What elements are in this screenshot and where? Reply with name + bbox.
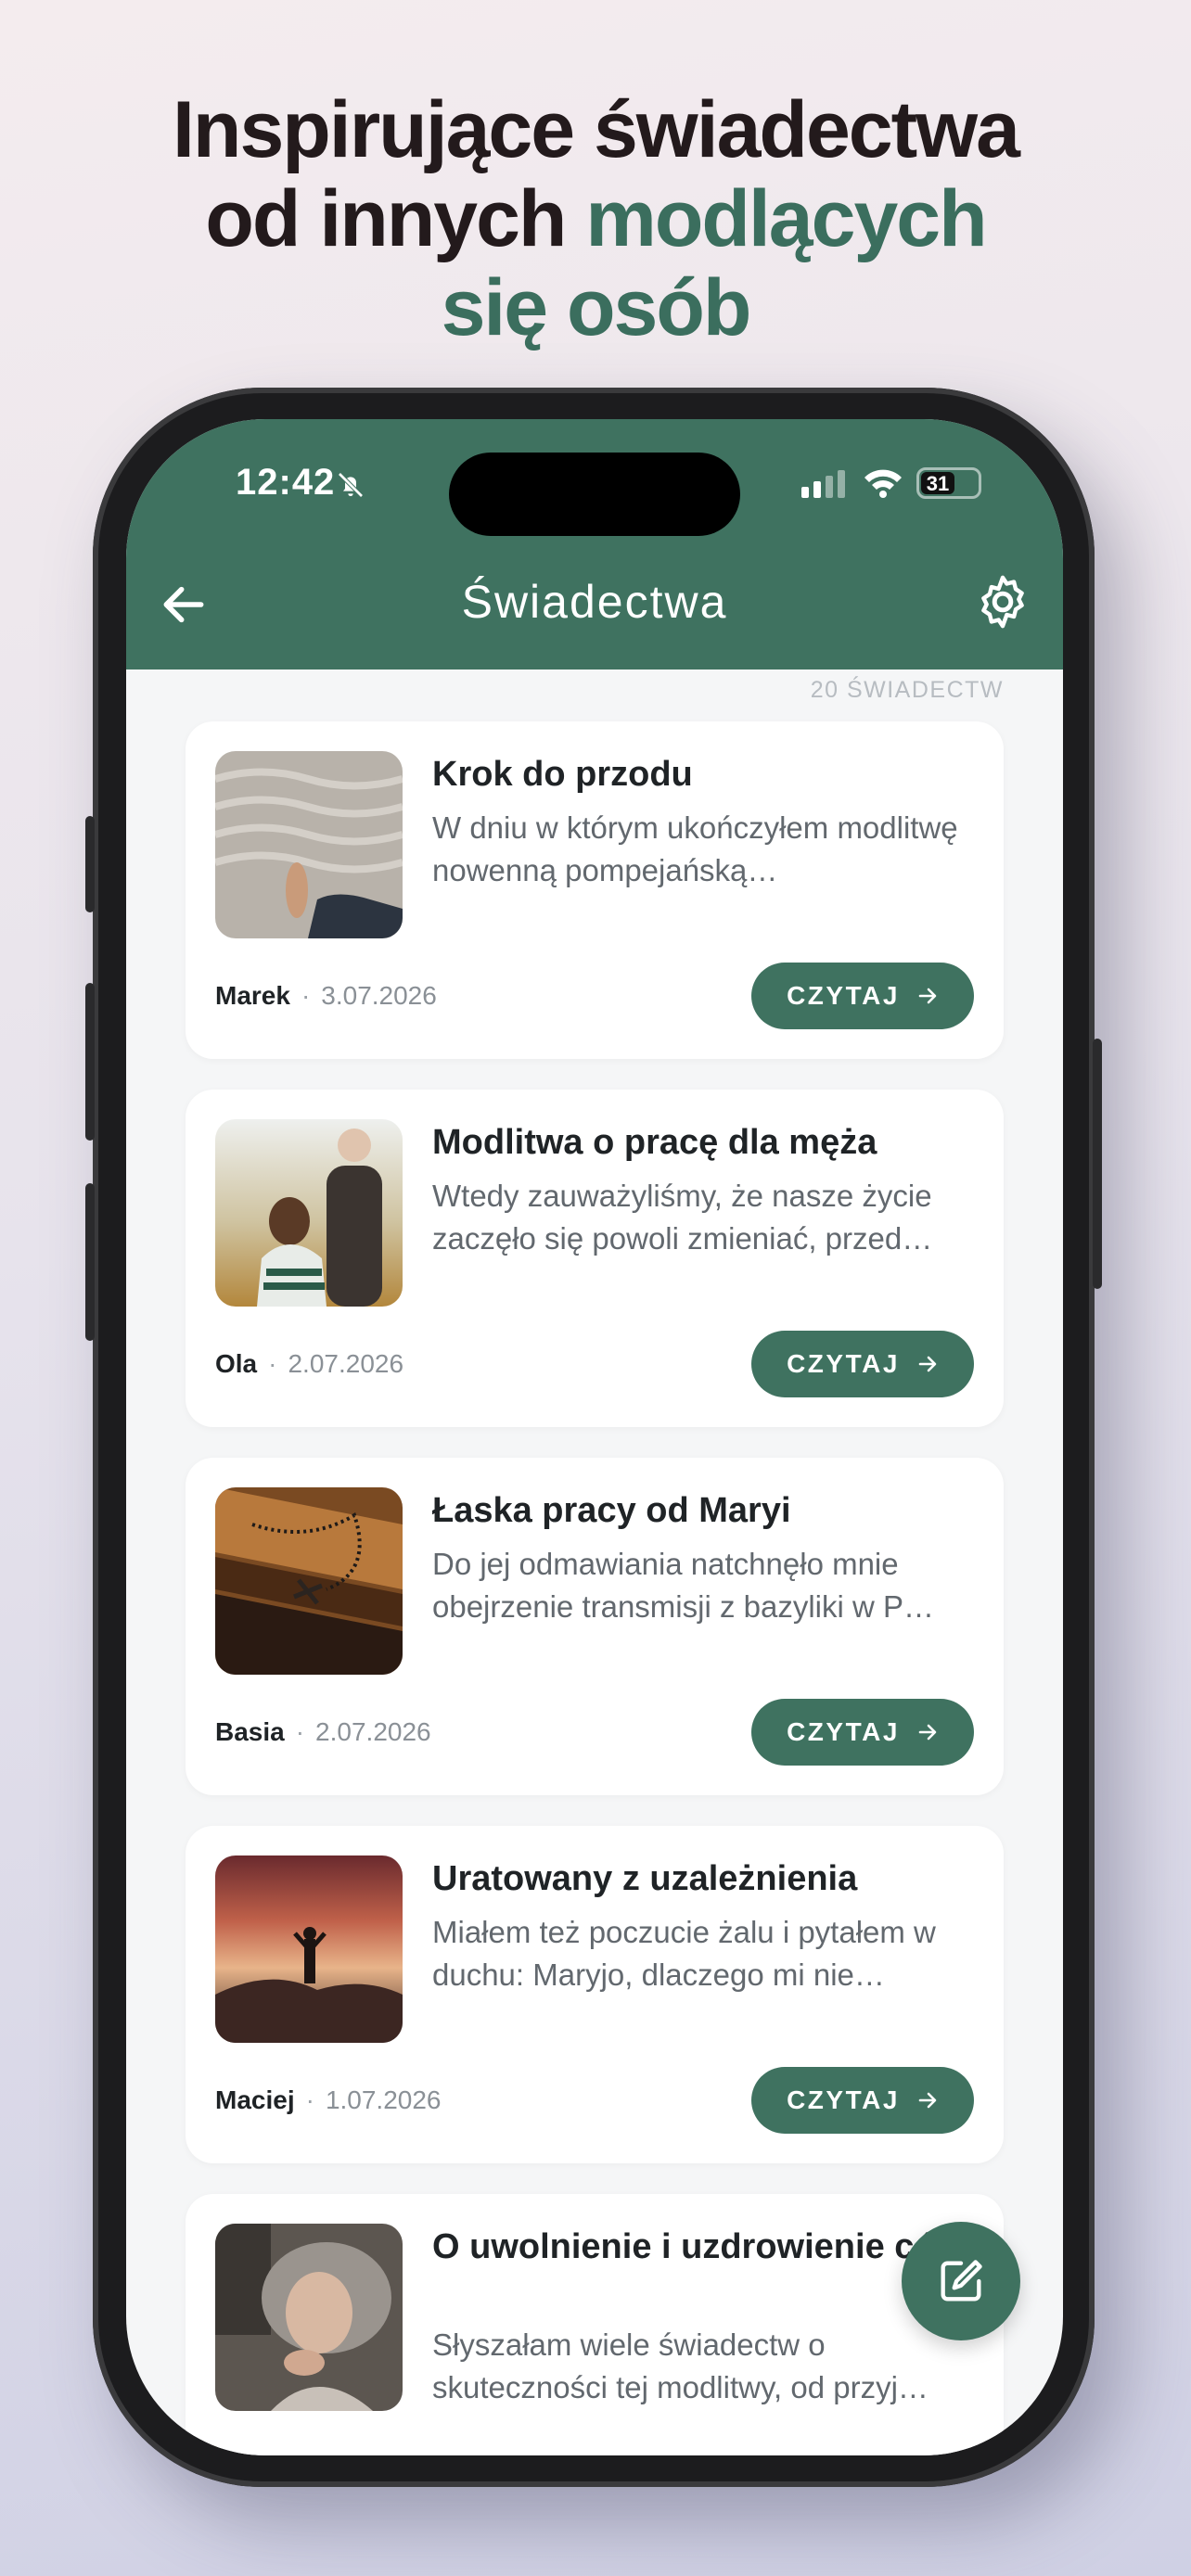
card-author: Ola <box>215 1349 258 1378</box>
card-author: Basia <box>215 1717 285 1746</box>
read-button-label: CZYTAJ <box>787 981 900 1010</box>
card-author: Marek <box>215 981 290 1010</box>
headline-line-1: Inspirujące świadectwa <box>173 85 1020 174</box>
headline-line-2: od innych modlących <box>0 174 1191 263</box>
status-time: 12:42 <box>236 462 336 503</box>
arrow-right-icon <box>918 1356 937 1372</box>
phone-screen: 12:42 31 Świadectwa 20 ŚWIADECTW Krok do… <box>126 419 1063 2455</box>
card-title: Krok do przodu <box>432 755 693 794</box>
card-date: 3.07.2026 <box>321 981 437 1010</box>
card-excerpt: Słyszałam wiele świadectw o skuteczności… <box>432 2327 928 2404</box>
gear-icon[interactable] <box>972 571 1033 632</box>
wifi-icon <box>864 469 902 498</box>
meta-separator: · <box>268 1349 277 1378</box>
action-button <box>85 816 95 912</box>
read-button[interactable]: CZYTAJ <box>751 2067 974 2134</box>
card-image <box>215 2224 403 2411</box>
testimony-card[interactable]: Modlitwa o pracę dla męża Wtedy zauważyl… <box>186 1090 1004 1427</box>
card-title: Uratowany z uzależnienia <box>432 1859 858 1898</box>
card-image <box>215 1855 403 2043</box>
card-excerpt: Miałem też poczucie żalu i pytałem w duc… <box>432 1915 936 1992</box>
card-image <box>215 751 403 938</box>
card-meta: Marek · 3.07.2026 <box>215 981 437 1011</box>
volume-down-button <box>85 1183 95 1341</box>
card-excerpt: Do jej odmawiania natchnęło mnie obejrze… <box>432 1547 935 1624</box>
meta-separator: · <box>305 2085 314 2114</box>
card-author: Maciej <box>215 2085 295 2114</box>
testimony-count: 20 ŚWIADECTW <box>810 677 1004 703</box>
card-meta: Maciej · 1.07.2026 <box>215 2085 442 2115</box>
testimony-card[interactable]: Łaska pracy od Maryi Do jej odmawiania n… <box>186 1458 1004 1795</box>
read-button[interactable]: CZYTAJ <box>751 1331 974 1397</box>
read-button-label: CZYTAJ <box>787 2085 900 2114</box>
card-title: O uwolnienie i uzdrowienie córki <box>432 2227 980 2266</box>
read-button[interactable]: CZYTAJ <box>751 1699 974 1766</box>
app-bar: 12:42 31 Świadectwa <box>126 419 1063 670</box>
card-excerpt: W dniu w którym ukończyłem modlitwę nowe… <box>432 810 958 887</box>
card-excerpt: Wtedy zauważyliśmy, że nasze życie zaczę… <box>432 1179 933 1256</box>
read-button-label: CZYTAJ <box>787 1717 900 1746</box>
card-date: 1.07.2026 <box>325 2085 442 2114</box>
testimony-card[interactable]: O uwolnienie i uzdrowienie córki Słyszał… <box>186 2194 1004 2455</box>
bell-off-icon <box>338 472 364 498</box>
card-title: Łaska pracy od Maryi <box>432 1491 791 1530</box>
read-button[interactable]: CZYTAJ <box>751 963 974 1029</box>
volume-up-button <box>85 983 95 1141</box>
card-image <box>215 1487 403 1675</box>
power-button <box>1093 1039 1102 1289</box>
card-meta: Ola · 2.07.2026 <box>215 1349 403 1379</box>
testimony-card[interactable]: Krok do przodu W dniu w którym ukończyłe… <box>186 721 1004 1059</box>
arrow-right-icon <box>918 1724 937 1741</box>
edit-icon <box>941 2260 982 2302</box>
headline-line-2-plain: od innych <box>205 174 586 263</box>
signal-icon <box>801 470 845 498</box>
dynamic-island <box>449 453 740 536</box>
status-icons: 31 <box>801 467 981 499</box>
card-title: Modlitwa o pracę dla męża <box>432 1123 877 1162</box>
arrow-right-icon <box>918 988 937 1004</box>
testimony-card[interactable]: Uratowany z uzależnienia Miałem też pocz… <box>186 1826 1004 2163</box>
meta-separator: · <box>295 1717 305 1746</box>
card-image <box>215 1119 403 1307</box>
arrow-right-icon <box>918 2092 937 2109</box>
card-date: 2.07.2026 <box>288 1349 404 1378</box>
meta-separator: · <box>301 981 311 1010</box>
add-testimony-button[interactable] <box>902 2222 1020 2340</box>
card-date: 2.07.2026 <box>315 1717 431 1746</box>
battery-icon: 31 <box>916 467 981 499</box>
read-button-label: CZYTAJ <box>787 1349 900 1378</box>
battery-level: 31 <box>921 472 954 495</box>
marketing-headline: Inspirujące świadectwa od innych modlący… <box>0 85 1191 352</box>
card-meta: Basia · 2.07.2026 <box>215 1717 431 1747</box>
screen-title: Świadectwa <box>461 576 728 628</box>
headline-line-2-accent: modlących <box>585 174 987 263</box>
headline-line-3: się osób <box>441 263 752 352</box>
